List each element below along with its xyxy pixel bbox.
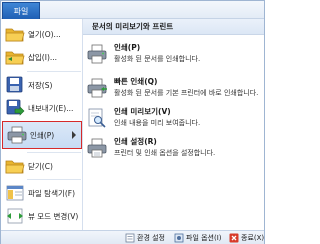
view-mode-icon	[5, 207, 25, 225]
export-icon	[5, 99, 25, 117]
option-quick-print[interactable]: 빠른 인쇄(Q) 활성화 된 문서를 기본 프린터에 바로 인쇄합니다.	[83, 73, 264, 105]
env-settings-label: 환경 설정	[137, 234, 165, 242]
menu-item-save[interactable]: 저장(S)	[1, 74, 82, 96]
option-print-setup[interactable]: 인쇄 설정(R) 프린터 및 인쇄 옵션을 설정합니다.	[83, 133, 264, 165]
close-folder-icon	[5, 157, 25, 175]
option-print-preview[interactable]: 인쇄 미리보기(V) 인쇄 내용을 미리 보여줍니다.	[83, 103, 264, 135]
menu-separator	[27, 152, 81, 153]
application-window: 파일 열기(O)... 삽입(I)... 저장(S) 내보내기(E)... 인쇄…	[0, 0, 265, 244]
backstage-bottom-bar: 환경 설정 파일 옵션(I) 종료(X)	[1, 230, 264, 244]
menu-item-print[interactable]: 인쇄(P)	[2, 121, 82, 149]
menu-item-label: 내보내기(E)...	[28, 103, 74, 113]
print-preview-icon	[86, 107, 108, 129]
menu-item-label: 뷰 모드 변경(V)	[28, 211, 79, 221]
menu-item-open[interactable]: 열기(O)...	[1, 23, 82, 45]
panel-header: 문서의 미리보기와 프린트	[83, 19, 264, 35]
print-options-panel: 문서의 미리보기와 프린트 인쇄(P) 활성화 된 문서를 인쇄합니다. 빠른 …	[83, 19, 264, 230]
exit-button[interactable]: 종료(X)	[229, 232, 264, 244]
exit-label: 종료(X)	[241, 234, 265, 242]
file-options-label: 파일 옵션(I)	[186, 234, 222, 242]
ribbon-tab-bar: 파일	[1, 1, 264, 19]
menu-separator	[27, 71, 81, 72]
menu-item-label: 열기(O)...	[28, 29, 61, 39]
option-description: 활성화 된 문서를 인쇄합니다.	[114, 55, 201, 63]
file-options-icon	[174, 233, 184, 243]
option-description: 프린터 및 인쇄 옵션을 설정합니다.	[114, 149, 216, 157]
file-explorer-icon	[5, 184, 25, 202]
option-description: 활성화 된 문서를 기본 프린터에 바로 인쇄합니다.	[114, 89, 259, 97]
printer-icon	[86, 43, 108, 65]
save-icon	[5, 76, 25, 94]
printer-icon	[7, 126, 27, 144]
file-options-button[interactable]: 파일 옵션(I)	[174, 232, 222, 244]
close-x-icon	[229, 233, 239, 243]
option-print[interactable]: 인쇄(P) 활성화 된 문서를 인쇄합니다.	[83, 39, 264, 71]
option-title: 인쇄 미리보기(V)	[114, 107, 171, 116]
menu-item-view-mode[interactable]: 뷰 모드 변경(V)	[1, 205, 82, 227]
menu-item-file-explorer[interactable]: 파일 탐색기(F)	[1, 182, 82, 204]
print-setup-icon	[86, 137, 108, 159]
option-title: 빠른 인쇄(Q)	[114, 77, 158, 86]
option-description: 인쇄 내용을 미리 보여줍니다.	[114, 119, 201, 127]
menu-item-label: 닫기(C)	[28, 161, 53, 171]
folder-insert-icon	[5, 48, 25, 66]
menu-item-export[interactable]: 내보내기(E)...	[1, 97, 82, 119]
menu-item-label: 저장(S)	[28, 80, 53, 90]
menu-separator	[27, 179, 81, 180]
env-settings-button[interactable]: 환경 설정	[125, 232, 165, 244]
submenu-arrow-icon	[72, 131, 76, 139]
file-tab[interactable]: 파일	[2, 2, 40, 19]
quick-print-icon	[86, 77, 108, 99]
option-title: 인쇄(P)	[114, 43, 141, 52]
menu-item-label: 삽입(I)...	[28, 52, 58, 62]
settings-document-icon	[125, 233, 135, 243]
menu-item-close[interactable]: 닫기(C)	[1, 155, 82, 177]
menu-item-label: 인쇄(P)	[30, 130, 55, 140]
folder-open-icon	[5, 25, 25, 43]
menu-item-insert[interactable]: 삽입(I)...	[1, 46, 82, 68]
option-title: 인쇄 설정(R)	[114, 137, 157, 146]
menu-item-label: 파일 탐색기(F)	[28, 188, 76, 198]
